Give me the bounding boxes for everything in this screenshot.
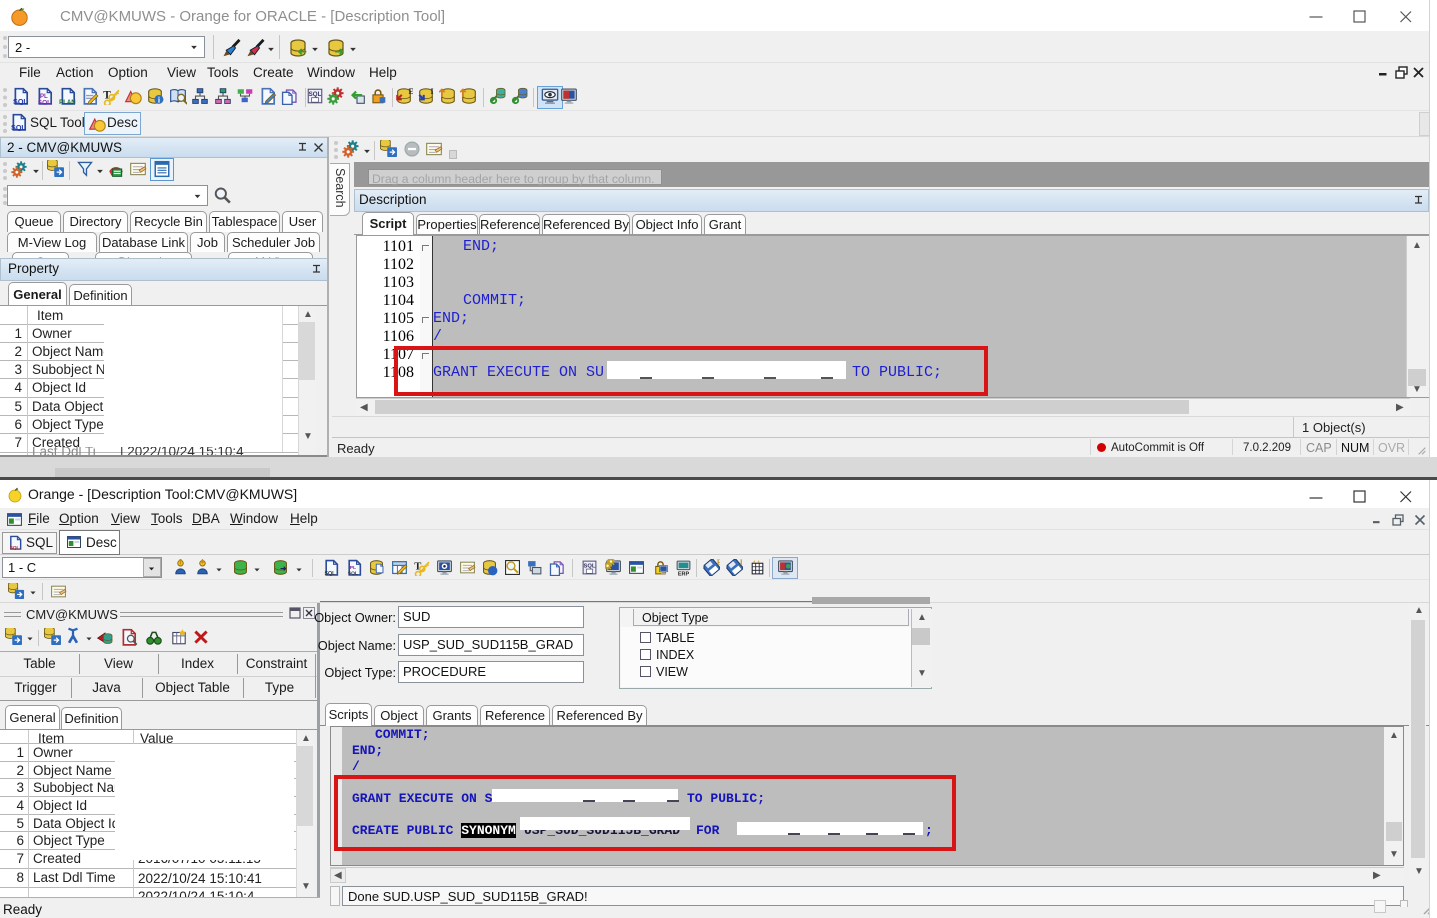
svg-text:I: I bbox=[431, 87, 434, 96]
svg-text:SQL: SQL bbox=[309, 91, 322, 98]
svg-text:E: E bbox=[717, 559, 720, 566]
svg-text:PLAN: PLAN bbox=[59, 100, 76, 105]
svg-text:I: I bbox=[740, 559, 743, 566]
svg-text:ERP: ERP bbox=[678, 571, 690, 576]
svg-text:SQL: SQL bbox=[13, 97, 28, 105]
svg-text:SQL: SQL bbox=[324, 571, 336, 576]
svg-text:SQL: SQL bbox=[10, 545, 20, 550]
svg-text:SQL: SQL bbox=[11, 123, 26, 131]
svg-text:SQL: SQL bbox=[38, 99, 51, 105]
svg-text:E: E bbox=[409, 87, 414, 96]
svg-text:SQL: SQL bbox=[584, 564, 596, 570]
svg-text:SQL: SQL bbox=[347, 571, 357, 576]
svg-text:PL: PL bbox=[349, 565, 355, 571]
